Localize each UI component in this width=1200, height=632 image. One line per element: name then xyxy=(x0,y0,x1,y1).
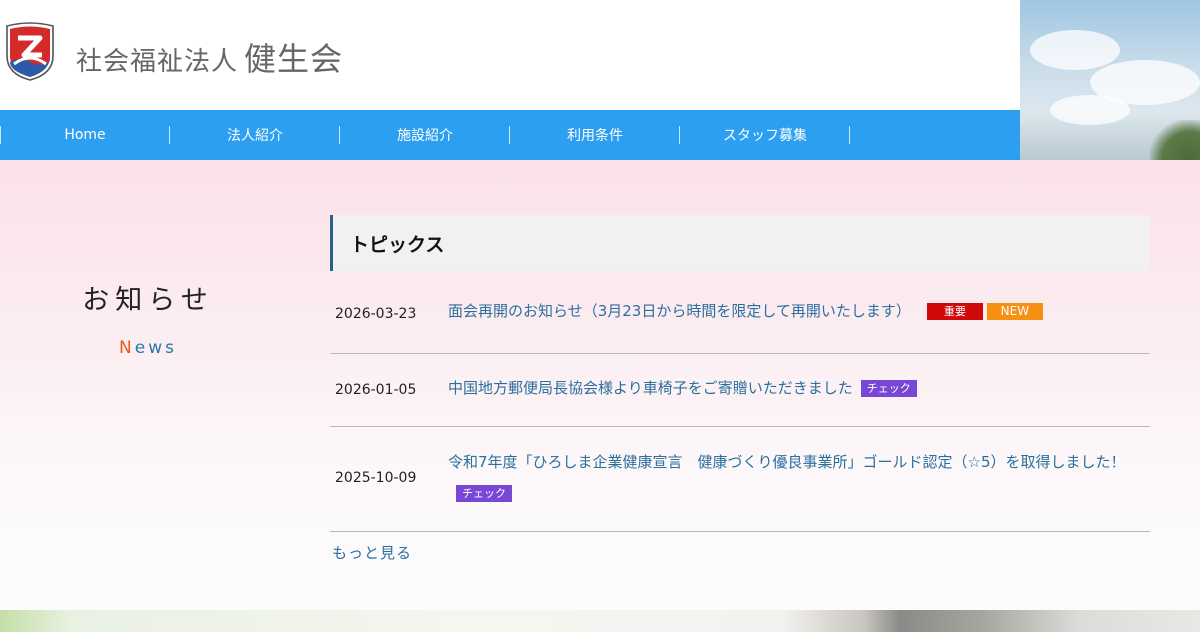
global-nav: Home 法人紹介 施設紹介 利用条件 スタッフ募集 xyxy=(0,110,1020,160)
news-item: 2026-03-23 面会再開のお知らせ（3月23日から時間を限定して再開いたし… xyxy=(330,271,1150,354)
news-section: お知らせ News トピックス 2026-03-23 面会再開のお知らせ（3月2… xyxy=(0,160,1200,610)
news-title-link[interactable]: 中国地方郵便局長協会様より車椅子をご寄贈いただきました xyxy=(448,379,853,397)
nav-item-home[interactable]: Home xyxy=(0,110,170,160)
nav-item-facilities[interactable]: 施設紹介 xyxy=(340,110,510,160)
news-title-wrap: 面会再開のお知らせ（3月23日から時間を限定して再開いたします） 重要 NEW xyxy=(448,296,1148,327)
site-title[interactable]: 社会福祉法人 健生会 xyxy=(76,34,343,80)
news-title-link[interactable]: 令和7年度「ひろしま企業健康宣言 健康づくり優良事業所」ゴールド認定（☆5）を取… xyxy=(448,453,1126,471)
nav-label: スタッフ募集 xyxy=(723,128,807,144)
news-title-link[interactable]: 面会再開のお知らせ（3月23日から時間を限定して再開いたします） xyxy=(448,302,911,320)
nav-item-terms[interactable]: 利用条件 xyxy=(510,110,680,160)
news-date: 2025-10-09 xyxy=(335,470,417,486)
site-logo[interactable] xyxy=(4,22,56,82)
news-date: 2026-03-23 xyxy=(335,306,417,322)
site-header: 社会福祉法人 健生会 xyxy=(0,0,1020,110)
bottom-photo-strip xyxy=(0,610,1200,632)
subtitle-rest: ews xyxy=(134,338,177,358)
badge-check: チェック xyxy=(860,380,917,397)
badge-new: NEW xyxy=(986,303,1043,320)
nav-label: 利用条件 xyxy=(567,128,623,144)
more-link[interactable]: もっと見る xyxy=(332,542,412,563)
nav-label: Home xyxy=(64,127,106,143)
subtitle-first-letter: N xyxy=(119,338,135,358)
news-item: 2026-01-05 中国地方郵便局長協会様より車椅子をご寄贈いただきました チェ… xyxy=(330,354,1150,427)
nav-item-about[interactable]: 法人紹介 xyxy=(170,110,340,160)
news-title-wrap: 令和7年度「ひろしま企業健康宣言 健康づくり優良事業所」ゴールド認定（☆5）を取… xyxy=(448,447,1148,509)
nav-item-recruit[interactable]: スタッフ募集 xyxy=(680,110,850,160)
news-item: 2025-10-09 令和7年度「ひろしま企業健康宣言 健康づくり優良事業所」ゴ… xyxy=(330,427,1150,532)
header-photo xyxy=(1020,0,1200,160)
site-title-name: 健生会 xyxy=(244,40,344,78)
topics-heading: トピックス xyxy=(330,215,1150,271)
badge-check: チェック xyxy=(456,485,512,502)
section-title: お知らせ xyxy=(82,285,214,316)
news-date: 2026-01-05 xyxy=(335,382,417,398)
news-title-wrap: 中国地方郵便局長協会様より車椅子をご寄贈いただきました チェック xyxy=(448,373,1148,404)
badge-important: 重要 xyxy=(926,303,983,320)
site-title-prefix: 社会福祉法人 xyxy=(76,47,239,77)
nav-label: 施設紹介 xyxy=(397,128,453,144)
shield-logo-icon xyxy=(6,22,54,81)
nav-label: 法人紹介 xyxy=(227,128,283,144)
section-subtitle: News xyxy=(0,338,296,358)
